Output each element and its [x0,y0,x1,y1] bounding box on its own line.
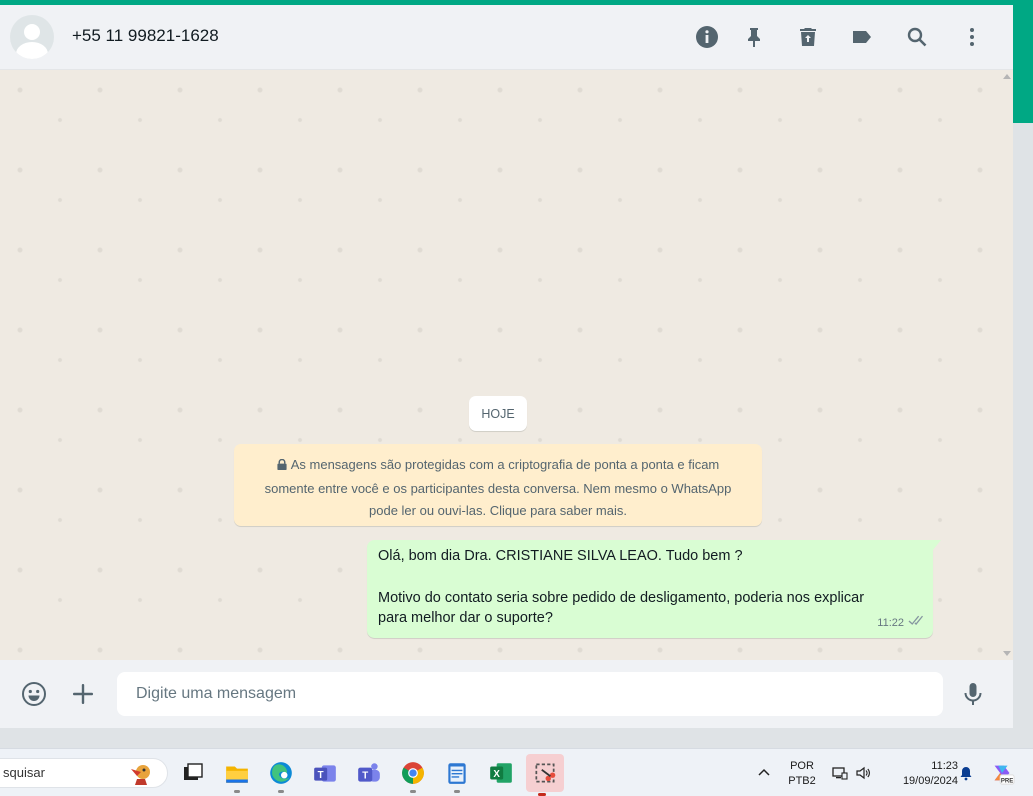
edge-browser-icon[interactable] [265,757,297,793]
contact-name[interactable]: +55 11 99821-1628 [72,26,219,46]
notification-bell-icon[interactable] [956,763,976,783]
task-view-icon[interactable] [177,757,209,789]
clock-time: 11:23 [931,760,958,772]
lock-icon [277,455,287,478]
search-highlight-icon[interactable] [127,759,155,787]
avatar-head [24,24,40,40]
more-icon[interactable] [958,23,986,51]
info-icon[interactable] [693,23,721,51]
file-explorer-icon[interactable] [221,757,253,793]
pin-icon[interactable] [740,23,768,51]
windows-taskbar: squisar T T X POR PTB2 11:23 19/09/2024 … [0,748,1033,796]
copilot-icon[interactable]: PRE [988,759,1016,787]
chrome-browser-icon[interactable] [397,757,429,793]
message-line-3: para melhor dar o suporte? [378,610,553,626]
outgoing-message[interactable]: Olá, bom dia Dra. CRISTIANE SILVA LEAO. … [367,540,941,638]
chevron-up-icon[interactable] [754,763,774,783]
language-code: POR [790,760,814,772]
emoji-icon[interactable] [19,679,49,709]
copilot-badge-text: PRE [1001,778,1013,784]
taskbar-search-text: squisar [3,765,45,780]
message-time: 11:22 [877,616,904,629]
input-language-indicator[interactable]: POR PTB2 [785,759,819,789]
message-composer [0,660,1013,728]
snipping-tool-icon[interactable] [526,754,564,796]
message-line-1: Olá, bom dia Dra. CRISTIANE SILVA LEAO. … [378,548,743,564]
contact-avatar[interactable] [10,15,54,59]
microphone-icon[interactable] [958,679,988,709]
trash-icon[interactable] [794,23,822,51]
message-list[interactable]: HOJE As mensagens são protegidas com a c… [0,70,1013,660]
system-clock[interactable]: 11:23 19/09/2024 [882,759,958,789]
scroll-up-arrow-icon[interactable] [1003,74,1011,79]
encryption-notice-line-1: As mensagens são protegidas com a cripto… [250,454,746,478]
svg-text:T: T [318,770,324,781]
scroll-down-arrow-icon[interactable] [1003,651,1011,656]
date-divider: HOJE [469,396,527,431]
encryption-notice-text-1: As mensagens são protegidas com a cripto… [290,457,720,472]
attach-plus-icon[interactable] [68,679,98,709]
svg-text:X: X [493,769,500,780]
teams-classic-icon[interactable]: T [309,757,341,789]
bubble-tail [933,540,941,550]
encryption-notice[interactable]: As mensagens são protegidas com a cripto… [234,444,762,526]
search-icon[interactable] [903,23,931,51]
clock-date: 19/09/2024 [902,775,958,787]
running-indicator [278,790,284,793]
running-indicator [454,790,460,793]
svg-text:T: T [362,770,368,781]
volume-icon[interactable] [853,763,873,783]
running-indicator [234,790,240,793]
chat-header: +55 11 99821-1628 [0,5,1013,70]
message-meta: 11:22 [877,613,923,634]
keyboard-layout: PTB2 [788,775,816,787]
encryption-notice-line-3: pode ler ou ouvi-las. Clique para saber … [369,503,627,518]
notepad-icon[interactable] [441,757,473,793]
message-input[interactable] [117,672,943,716]
label-icon[interactable] [848,23,876,51]
encryption-notice-line-2: somente entre você e os participantes de… [264,480,732,496]
running-indicator [410,790,416,793]
scrollbar-track[interactable] [1013,123,1033,728]
scrollbar-thumb[interactable] [1013,5,1033,123]
chat-scrollbar[interactable] [1003,70,1013,660]
teams-new-icon[interactable]: T [353,757,385,789]
message-line-2: Motivo do contato seria sobre pedido de … [378,589,865,606]
avatar-body [16,42,48,59]
network-icon[interactable] [830,763,850,783]
excel-icon[interactable]: X [485,757,517,789]
double-check-icon [907,613,923,634]
